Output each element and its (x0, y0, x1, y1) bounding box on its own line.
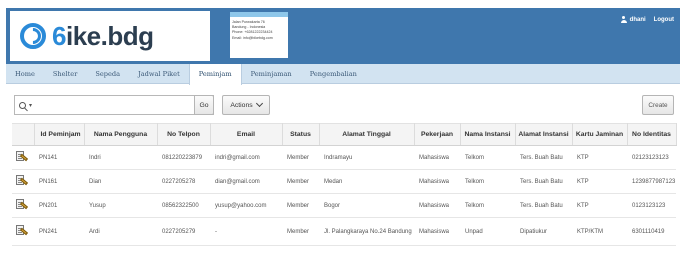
cell-address: Jl. Palangkaraya No.24 Bandung (319, 217, 414, 246)
edit-cell[interactable] (12, 193, 34, 218)
table-row: PN161 Dian 0227205278 dian@gmail.com Mem… (12, 169, 676, 194)
edit-cell[interactable] (12, 145, 34, 170)
column-header[interactable]: No Identitas (627, 123, 677, 146)
peminjam-table: Id Peminjam Nama Pengguna No Telpon Emai… (12, 123, 677, 246)
cell-status: Member (282, 193, 319, 218)
cell-status: Member (282, 145, 319, 170)
cell-name: Indri (84, 145, 157, 170)
report-toolbar: ▾ Go Actions Create (14, 95, 674, 115)
cell-institution-address: Ters. Buah Batu (515, 193, 572, 218)
edit-cell[interactable] (12, 169, 34, 194)
main-tabs: Home Shelter Sepeda Jadwal Piket Peminja… (6, 64, 680, 85)
column-header[interactable]: Email (210, 123, 283, 146)
cell-address: Bogor (319, 193, 414, 218)
cell-job: Mahasiswa (414, 193, 460, 218)
cell-id-number: 02123123123 (627, 145, 676, 170)
cell-id-number: 0123123123 (627, 193, 676, 218)
cell-institution-address: Dipatiukur (515, 217, 572, 246)
cell-id-number: 1239877987123 (627, 169, 676, 194)
cell-id-number: 6301110419 (627, 217, 676, 246)
page: 6ike.bdg Jalan Purwakarta 76 Bandung - I… (0, 0, 686, 253)
column-header-edit (12, 123, 35, 146)
cell-address: Indramayu (319, 145, 414, 170)
user-menu[interactable]: dhani (620, 16, 646, 23)
actions-button[interactable]: Actions (222, 95, 270, 115)
tab-peminjaman[interactable]: Peminjaman (242, 64, 301, 84)
cell-guarantee-card: KTP/KTM (572, 217, 627, 246)
column-header[interactable]: Alamat Instansi (515, 123, 573, 146)
cell-guarantee-card: KTP (572, 145, 627, 170)
cell-institution: Telkom (460, 193, 515, 218)
address-email: Email: info@bikebdg.com (232, 35, 273, 40)
column-header[interactable]: Alamat Tinggal (319, 123, 415, 146)
tab-pengembalian[interactable]: Pengembalian (301, 64, 366, 84)
cell-id: PN161 (34, 169, 84, 194)
create-button[interactable]: Create (642, 95, 674, 115)
edit-icon[interactable] (16, 151, 29, 162)
search-input[interactable]: ▾ (14, 95, 214, 115)
cell-email: yusup@yahoo.com (210, 193, 282, 218)
cell-phone: 0227205278 (157, 169, 210, 194)
cell-id: PN141 (34, 145, 84, 170)
cell-name: Dian (84, 169, 157, 194)
cell-guarantee-card: KTP (572, 169, 627, 194)
edit-icon[interactable] (16, 199, 29, 210)
column-header[interactable]: Id Peminjam (34, 123, 85, 146)
cell-job: Mahasiswa (414, 145, 460, 170)
search-icon (19, 101, 26, 109)
logout-link[interactable]: Logout (654, 17, 674, 23)
chevron-down-icon (255, 99, 263, 108)
tab-home[interactable]: Home (6, 64, 44, 84)
cell-email: - (210, 217, 282, 246)
cell-institution: Telkom (460, 169, 515, 194)
cell-job: Mahasiswa (414, 169, 460, 194)
cell-name: Yusup (84, 193, 157, 218)
table-header-row: Id Peminjam Nama Pengguna No Telpon Emai… (12, 123, 677, 146)
cell-address: Medan (319, 169, 414, 194)
search-column-dropdown-icon[interactable]: ▾ (29, 102, 32, 109)
table-row: PN201 Yusup 08562322500 yusup@yahoo.com … (12, 193, 676, 218)
tab-sepeda[interactable]: Sepeda (86, 64, 129, 84)
edit-icon[interactable] (16, 175, 29, 186)
cell-institution-address: Ters. Buah Batu (515, 145, 572, 170)
table-row: PN241 Ardi 0227205279 - Member Jl. Palan… (12, 217, 676, 246)
user-area: dhani Logout (620, 16, 674, 23)
app-header: 6ike.bdg Jalan Purwakarta 76 Bandung - I… (6, 8, 680, 64)
cell-institution: Telkom (460, 145, 515, 170)
cell-id: PN241 (34, 217, 84, 246)
cell-institution: Unpad (460, 217, 515, 246)
cell-name: Ardi (84, 217, 157, 246)
logo[interactable]: 6ike.bdg (10, 11, 210, 61)
logo-mark-icon (20, 23, 46, 49)
logo-text: 6ike.bdg (52, 20, 154, 51)
column-header[interactable]: No Telpon (157, 123, 211, 146)
user-icon (620, 16, 627, 23)
cell-id: PN201 (34, 193, 84, 218)
column-header[interactable]: Status (282, 123, 320, 146)
tab-shelter[interactable]: Shelter (44, 64, 86, 84)
tab-peminjam[interactable]: Peminjam (188, 64, 242, 85)
cell-phone: 0227205279 (157, 217, 210, 246)
cell-phone: 08562322500 (157, 193, 210, 218)
edit-icon[interactable] (16, 225, 29, 236)
go-button[interactable]: Go (194, 95, 214, 115)
column-header[interactable]: Nama Pengguna (84, 123, 158, 146)
table-row: PN141 Indri 081220223879 indri@gmail.com… (12, 145, 676, 170)
cell-guarantee-card: KTP (572, 193, 627, 218)
cell-email: dian@gmail.com (210, 169, 282, 194)
cell-job: Mahasiswa (414, 217, 460, 246)
cell-phone: 081220223879 (157, 145, 210, 170)
cell-institution-address: Ters. Buah Batu (515, 169, 572, 194)
cell-email: indri@gmail.com (210, 145, 282, 170)
tab-jadwal-piket[interactable]: Jadwal Piket (129, 64, 189, 84)
edit-cell[interactable] (12, 217, 34, 246)
column-header[interactable]: Nama Instansi (460, 123, 516, 146)
cell-status: Member (282, 169, 319, 194)
column-header[interactable]: Kartu Jaminan (572, 123, 628, 146)
username: dhani (629, 16, 646, 23)
cell-status: Member (282, 217, 319, 246)
address-card: Jalan Purwakarta 76 Bandung - Indonesia … (230, 12, 288, 58)
column-header[interactable]: Pekerjaan (414, 123, 461, 146)
actions-label: Actions (230, 101, 253, 109)
